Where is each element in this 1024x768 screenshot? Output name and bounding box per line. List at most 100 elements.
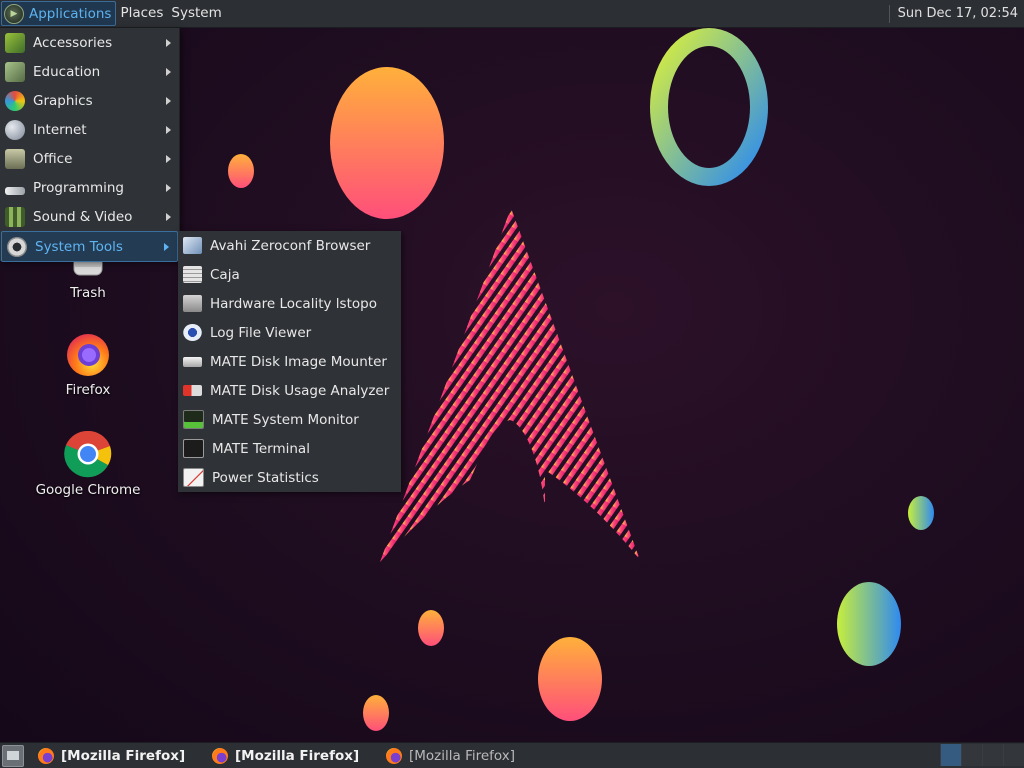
submenu-item-label: MATE Disk Image Mounter [210, 353, 387, 370]
submenu-item-label: Hardware Locality lstopo [210, 295, 377, 312]
workspace-3[interactable] [982, 744, 1003, 766]
applications-dropdown: Accessories Education Graphics Internet … [0, 28, 180, 262]
firefox-icon [212, 747, 228, 764]
menu-item-label: Office [33, 150, 73, 167]
wallpaper-bubble [363, 695, 389, 731]
sound-video-icon [5, 206, 25, 227]
avahi-icon [183, 237, 202, 254]
task-label: [Mozilla Firefox] [409, 747, 516, 764]
workspace-4[interactable] [1003, 744, 1024, 766]
menu-item-programming[interactable]: Programming [0, 173, 179, 202]
submenu-arrow-icon [164, 242, 169, 251]
log-viewer-icon [183, 324, 202, 341]
submenu-arrow-icon [166, 38, 171, 47]
education-icon [5, 61, 25, 82]
disk-usage-icon [183, 385, 202, 396]
hardware-icon [183, 295, 202, 312]
applications-menu-button[interactable]: ▶ Applications [1, 1, 117, 26]
system-tools-submenu: Avahi Zeroconf Browser Caja Hardware Loc… [178, 231, 401, 492]
wallpaper-bubble [418, 610, 444, 646]
system-tools-icon [7, 236, 27, 257]
submenu-arrow-icon [166, 125, 171, 134]
submenu-item-label: MATE Terminal [212, 440, 310, 457]
submenu-item-label: MATE Disk Usage Analyzer [210, 382, 390, 399]
submenu-item-avahi[interactable]: Avahi Zeroconf Browser [178, 231, 401, 260]
submenu-item-system-monitor[interactable]: MATE System Monitor [178, 405, 401, 434]
submenu-arrow-icon [166, 183, 171, 192]
wallpaper-bubble [837, 582, 901, 666]
caja-icon [183, 266, 202, 283]
submenu-arrow-icon [166, 67, 171, 76]
submenu-arrow-icon [166, 96, 171, 105]
submenu-item-label: Avahi Zeroconf Browser [210, 237, 371, 254]
system-menu[interactable]: System [167, 1, 225, 26]
wallpaper-bubble [538, 637, 602, 721]
menu-item-label: Programming [33, 179, 124, 196]
wallpaper-bubble [908, 496, 934, 530]
submenu-item-label: Caja [210, 266, 240, 283]
task-label: [Mozilla Firefox] [235, 747, 360, 764]
submenu-item-terminal[interactable]: MATE Terminal [178, 434, 401, 463]
wallpaper-bubble [330, 67, 444, 219]
accessories-icon [5, 32, 25, 53]
workspace-1[interactable] [940, 744, 961, 766]
menu-item-graphics[interactable]: Graphics [0, 86, 179, 115]
submenu-item-label: Log File Viewer [210, 324, 312, 341]
top-panel: ▶ Applications Places System Sun Dec 17,… [0, 0, 1024, 28]
task-label: [Mozilla Firefox] [61, 747, 186, 764]
applications-label: Applications [29, 5, 112, 22]
menu-item-label: System Tools [35, 238, 123, 255]
chrome-icon [64, 430, 112, 478]
office-icon [5, 148, 25, 169]
menu-item-label: Internet [33, 121, 87, 138]
firefox-icon [38, 747, 54, 764]
menu-item-accessories[interactable]: Accessories [0, 28, 179, 57]
taskbar-item-firefox[interactable]: [Mozilla Firefox] [380, 744, 548, 767]
arch-logo [380, 208, 640, 562]
submenu-arrow-icon [166, 212, 171, 221]
show-desktop-button[interactable] [2, 744, 24, 767]
firefox-icon [386, 747, 402, 764]
taskbar-item-firefox[interactable]: [Mozilla Firefox] [206, 744, 374, 767]
menu-item-label: Sound & Video [33, 208, 133, 225]
menu-item-education[interactable]: Education [0, 57, 179, 86]
desktop-icon-label: Trash [70, 285, 106, 301]
submenu-item-label: Power Statistics [212, 469, 319, 486]
submenu-item-power-statistics[interactable]: Power Statistics [178, 463, 401, 492]
menu-item-internet[interactable]: Internet [0, 115, 179, 144]
menu-item-label: Accessories [33, 34, 113, 51]
system-monitor-icon [183, 410, 204, 429]
menu-item-label: Graphics [33, 92, 93, 109]
clock[interactable]: Sun Dec 17, 02:54 [888, 4, 1018, 23]
menu-item-sound-video[interactable]: Sound & Video [0, 202, 179, 231]
desktop-icon-chrome[interactable]: Google Chrome [23, 430, 153, 498]
firefox-icon [64, 330, 112, 378]
desktop-icon-firefox[interactable]: Firefox [23, 330, 153, 398]
menu-item-office[interactable]: Office [0, 144, 179, 173]
desktop-icon-label: Google Chrome [35, 482, 141, 498]
bottom-panel: [Mozilla Firefox] [Mozilla Firefox] [Moz… [0, 742, 1024, 768]
wallpaper-bubble [228, 154, 254, 188]
submenu-item-log-viewer[interactable]: Log File Viewer [178, 318, 401, 347]
workspace-2[interactable] [961, 744, 982, 766]
submenu-arrow-icon [166, 154, 171, 163]
desktop-icon-label: Firefox [65, 382, 111, 398]
wallpaper-ring [650, 28, 768, 186]
power-stats-icon [183, 468, 204, 487]
submenu-item-disk-mounter[interactable]: MATE Disk Image Mounter [178, 347, 401, 376]
disk-mounter-icon [183, 356, 202, 367]
submenu-item-hardware-locality[interactable]: Hardware Locality lstopo [178, 289, 401, 318]
menu-item-label: Education [33, 63, 101, 80]
mate-logo-icon: ▶ [4, 3, 24, 24]
graphics-icon [5, 90, 25, 111]
internet-icon [5, 119, 25, 140]
submenu-item-caja[interactable]: Caja [178, 260, 401, 289]
taskbar-item-firefox[interactable]: [Mozilla Firefox] [32, 744, 200, 767]
submenu-item-label: MATE System Monitor [212, 411, 359, 428]
programming-icon [5, 186, 25, 195]
terminal-icon [183, 439, 204, 458]
show-desktop-icon [7, 751, 19, 760]
places-menu[interactable]: Places [116, 1, 167, 26]
menu-item-system-tools[interactable]: System Tools [1, 231, 178, 262]
submenu-item-disk-usage[interactable]: MATE Disk Usage Analyzer [178, 376, 401, 405]
